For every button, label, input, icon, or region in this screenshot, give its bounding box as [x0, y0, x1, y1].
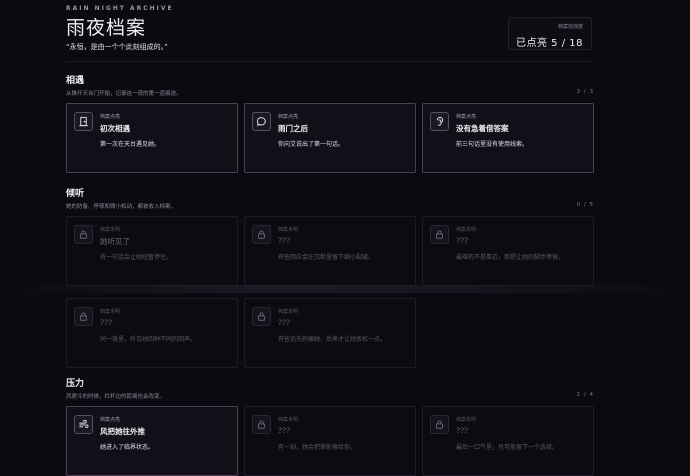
card-status: 档案未明: [278, 227, 299, 233]
section-title: 倾听: [66, 189, 85, 199]
card-name: ???: [278, 426, 291, 435]
archive-card[interactable]: 档案点亮初次相遇第一次在天台遇见她。: [66, 103, 238, 173]
lock-icon: [252, 307, 271, 326]
card-description: 最难的不是靠近，而是让她的脚步停留。: [456, 254, 565, 261]
section-count: 3 / 3: [576, 89, 594, 95]
card-name: ???: [456, 426, 469, 435]
card-name: 雨门之后: [278, 124, 308, 133]
card-status: 档案点亮: [100, 114, 121, 120]
ear-icon: [430, 112, 449, 131]
card-status: 档案未明: [456, 417, 477, 423]
card-description: 她进入了临界状态。: [100, 444, 155, 451]
archive-card[interactable]: 档案点亮风把她往外推她进入了临界状态。: [66, 406, 238, 476]
card-description: 第一次在天台遇见她。: [100, 141, 161, 148]
card-name: 没有急着借答案: [456, 124, 509, 133]
progress-label: 档案完成度: [557, 24, 583, 30]
archive-card[interactable]: 档案未明??? 有些回应会在沉默里留下细小裂缝。: [244, 216, 416, 286]
card-name: 她听见了: [100, 237, 130, 246]
card-description: 有一句话会让她短暂停住。: [100, 254, 173, 261]
archive-card[interactable]: 档案未明??? 有些话先刺痛她，后来才让她放松一点。: [244, 298, 416, 368]
archive-card[interactable]: 档案未明她听见了有一句话会让她短暂停住。: [66, 216, 238, 286]
card-name: 初次相遇: [100, 124, 130, 133]
card-description: 前三句话里没有使用线索。: [456, 141, 529, 148]
card-description: 有些话先刺痛她，后来才让她放松一点。: [278, 336, 387, 343]
header-divider: [66, 61, 594, 62]
section-subtitle: 风更冷的时候，栏杆边的距离也会改变。: [66, 394, 166, 400]
progress-value: 已点亮 5 / 18: [516, 38, 583, 49]
card-status: 档案未明: [100, 309, 121, 315]
card-status: 档案未明: [456, 227, 477, 233]
door-icon: [74, 112, 93, 131]
lock-icon: [430, 415, 449, 434]
card-name: 风把她往外推: [100, 427, 145, 436]
lock-icon: [252, 415, 271, 434]
archive-card[interactable]: 档案点亮雨门之后你向艾说出了第一句话。: [244, 103, 416, 173]
fog-band: [0, 285, 690, 293]
page-quote: “永恒，是由一个个此刻组成的。”: [66, 43, 168, 51]
card-description: 你向艾说出了第一句话。: [278, 141, 345, 148]
lock-icon: [430, 225, 449, 244]
progress-panel: 档案完成度 已点亮 5 / 18: [508, 17, 592, 50]
card-status: 档案未明: [278, 417, 299, 423]
wind-icon: [74, 415, 93, 434]
page-title: 雨夜档案: [66, 17, 147, 39]
card-name: ???: [456, 236, 469, 245]
chat-bubble-icon: [252, 112, 271, 131]
card-name: ???: [100, 318, 113, 327]
card-name: ???: [278, 318, 291, 327]
archive-card[interactable]: 档案未明??? 最后一口气里，也可能留下一个选择。: [422, 406, 594, 476]
archive-card[interactable]: 档案未明??? 最难的不是靠近，而是让她的脚步停留。: [422, 216, 594, 286]
archive-card[interactable]: 档案点亮没有急着借答案前三句话里没有使用线索。: [422, 103, 594, 173]
section-count: 0 / 5: [576, 202, 594, 208]
card-status: 档案未明: [278, 309, 299, 315]
section-count: 1 / 4: [576, 392, 594, 398]
card-status: 档案点亮: [456, 114, 477, 120]
card-description: 有些回应会在沉默里留下细小裂缝。: [278, 254, 375, 261]
card-name: ???: [278, 236, 291, 245]
card-description: 最后一口气里，也可能留下一个选择。: [456, 444, 559, 451]
section-subtitle: 她的防备、停顿和微小松动，都被收入档案。: [66, 204, 177, 210]
card-description: 同一夜里，听见她四种不同的回声。: [100, 336, 197, 343]
archive-card[interactable]: 档案未明??? 有一刻，她会把背影留给你。: [244, 406, 416, 476]
card-description: 有一刻，她会把背影留给你。: [278, 444, 357, 451]
archive-card[interactable]: 档案未明??? 同一夜里，听见她四种不同的回声。: [66, 298, 238, 368]
lock-icon: [252, 225, 271, 244]
section-title: 压力: [66, 379, 85, 389]
lock-icon: [74, 225, 93, 244]
card-status: 档案点亮: [278, 114, 299, 120]
brand-label: RAIN NIGHT ARCHIVE: [66, 5, 174, 12]
lock-icon: [74, 307, 93, 326]
section-subtitle: 从推开天台门开始，记录这一夜的第一道痕迹。: [66, 91, 182, 97]
card-status: 档案点亮: [100, 417, 121, 423]
card-status: 档案未明: [100, 227, 121, 233]
section-title: 相遇: [66, 76, 85, 86]
